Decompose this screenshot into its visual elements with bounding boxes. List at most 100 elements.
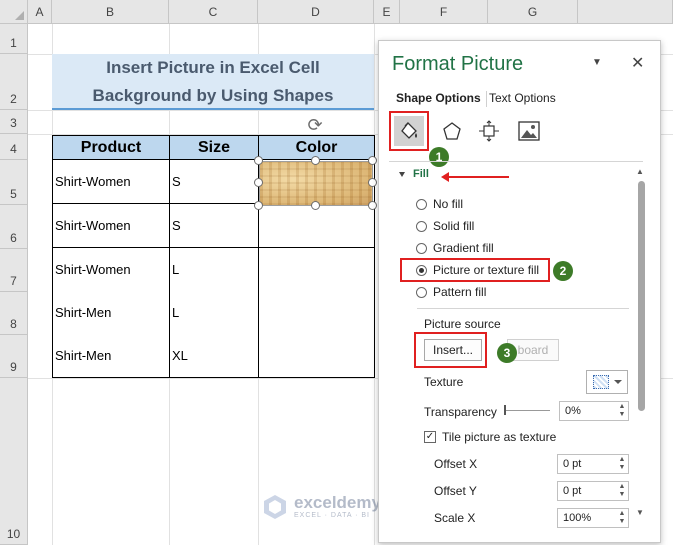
row-header-3[interactable]: 3 bbox=[0, 110, 28, 134]
table-header-size[interactable]: Size bbox=[169, 135, 259, 160]
size-properties-icon bbox=[479, 120, 499, 142]
spinner-arrows-icon[interactable]: ▲ ▼ bbox=[618, 483, 626, 499]
radio-dot[interactable] bbox=[416, 220, 427, 232]
table-cell-product[interactable]: Shirt-Men bbox=[52, 291, 170, 335]
radio-label: Pattern fill bbox=[433, 285, 487, 299]
radio-dot[interactable] bbox=[416, 242, 427, 254]
format-picture-pane: Format Picture ▼ ✕ Shape Options Text Op… bbox=[378, 40, 661, 543]
column-header-e[interactable]: E bbox=[374, 0, 400, 24]
column-header-c[interactable]: C bbox=[169, 0, 258, 24]
table-cell-size[interactable]: L bbox=[169, 248, 259, 292]
select-all-corner[interactable] bbox=[0, 0, 28, 24]
resize-handle[interactable] bbox=[368, 178, 377, 187]
table-cell-product[interactable]: Shirt-Women bbox=[52, 160, 170, 204]
resize-handle[interactable] bbox=[311, 156, 320, 165]
table-header-product[interactable]: Product bbox=[52, 135, 170, 160]
table-cell-color[interactable] bbox=[258, 334, 375, 378]
spinner-arrows-icon[interactable]: ▲ ▼ bbox=[618, 403, 626, 419]
column-header-d[interactable]: D bbox=[258, 0, 374, 24]
tab-text-options[interactable]: Text Options bbox=[489, 91, 556, 105]
step-2-highlight bbox=[400, 258, 550, 282]
resize-handle[interactable] bbox=[254, 156, 263, 165]
table-cell-size[interactable]: L bbox=[169, 291, 259, 335]
scroll-down-icon[interactable]: ▼ bbox=[636, 508, 644, 517]
radio-solid-fill[interactable]: Solid fill bbox=[416, 219, 474, 233]
resize-handle[interactable] bbox=[254, 178, 263, 187]
resize-handle[interactable] bbox=[254, 201, 263, 210]
resize-handle[interactable] bbox=[368, 156, 377, 165]
offset-y-label: Offset Y bbox=[434, 484, 477, 498]
resize-handle[interactable] bbox=[368, 201, 377, 210]
offset-x-label: Offset X bbox=[434, 457, 478, 471]
scale-x-label: Scale X bbox=[434, 511, 476, 525]
transparency-label: Transparency bbox=[424, 405, 497, 419]
step-3-badge: 3 bbox=[497, 343, 517, 363]
picture-shape[interactable] bbox=[259, 161, 373, 206]
table-cell-size[interactable]: XL bbox=[169, 334, 259, 378]
watermark-tagline: EXCEL · DATA · BI bbox=[294, 512, 370, 519]
radio-label: Solid fill bbox=[433, 219, 475, 233]
radio-gradient-fill[interactable]: Gradient fill bbox=[416, 241, 494, 255]
table-cell-size[interactable]: S bbox=[169, 160, 259, 204]
table-cell-product[interactable]: Shirt-Women bbox=[52, 248, 170, 292]
transparency-slider-handle[interactable] bbox=[504, 405, 506, 415]
pentagon-icon bbox=[443, 122, 461, 140]
tile-label: Tile picture as texture bbox=[442, 430, 557, 444]
fill-section-header[interactable]: Fill bbox=[413, 168, 429, 180]
scroll-up-icon[interactable]: ▲ bbox=[636, 167, 644, 176]
pane-close-icon[interactable]: ✕ bbox=[631, 53, 644, 73]
pane-options-dropdown-icon[interactable]: ▼ bbox=[592, 57, 602, 68]
offset-y-spinner[interactable]: 0 pt ▲ ▼ bbox=[557, 481, 629, 501]
picture-category-button[interactable] bbox=[514, 116, 544, 146]
scale-x-value: 100% bbox=[563, 512, 592, 524]
table-cell-color[interactable] bbox=[258, 248, 375, 292]
spinner-arrows-icon[interactable]: ▲ ▼ bbox=[618, 456, 626, 472]
tile-checkbox[interactable]: ✓ bbox=[424, 431, 436, 443]
sheet-title[interactable]: Insert Picture in Excel Cell Background … bbox=[52, 54, 374, 110]
texture-picker-button[interactable] bbox=[586, 370, 628, 394]
row-header-8[interactable]: 8 bbox=[0, 292, 28, 335]
radio-dot[interactable] bbox=[416, 198, 427, 210]
sheet-title-line-1: Insert Picture in Excel Cell bbox=[106, 58, 320, 77]
transparency-slider-track[interactable] bbox=[504, 410, 550, 411]
resize-handle[interactable] bbox=[311, 201, 320, 210]
picture-icon bbox=[518, 121, 540, 141]
pane-scrollbar-thumb[interactable] bbox=[638, 181, 645, 411]
row-header-7[interactable]: 7 bbox=[0, 249, 28, 292]
row-header-1[interactable]: 1 bbox=[0, 24, 28, 54]
pane-divider bbox=[389, 161, 643, 162]
size-properties-category-button[interactable] bbox=[474, 116, 504, 146]
row-header-9[interactable]: 9 bbox=[0, 335, 28, 378]
sheet-title-line-2: Background by Using Shapes bbox=[92, 86, 334, 105]
spinner-arrows-icon[interactable]: ▲ ▼ bbox=[618, 510, 626, 526]
effects-category-button[interactable] bbox=[437, 116, 467, 146]
scale-x-spinner[interactable]: 100% ▲ ▼ bbox=[557, 508, 629, 528]
row-header-4[interactable]: 4 bbox=[0, 134, 28, 160]
column-header-b[interactable]: B bbox=[52, 0, 169, 24]
dropdown-arrow-icon bbox=[613, 380, 622, 384]
offset-y-value: 0 pt bbox=[563, 485, 582, 497]
table-cell-size[interactable]: S bbox=[169, 204, 259, 248]
table-cell-product[interactable]: Shirt-Men bbox=[52, 334, 170, 378]
table-cell-color[interactable] bbox=[258, 204, 375, 248]
row-header-6[interactable]: 6 bbox=[0, 205, 28, 249]
transparency-spinner[interactable]: 0% ▲ ▼ bbox=[559, 401, 629, 421]
table-cell-color[interactable] bbox=[258, 291, 375, 335]
radio-pattern-fill[interactable]: Pattern fill bbox=[416, 285, 486, 299]
row-header-10[interactable]: 10 bbox=[0, 378, 28, 545]
step-3-highlight bbox=[414, 332, 487, 368]
radio-label: No fill bbox=[433, 197, 464, 211]
column-header-f[interactable]: F bbox=[400, 0, 488, 24]
radio-dot[interactable] bbox=[416, 286, 427, 298]
column-header-g[interactable]: G bbox=[488, 0, 578, 24]
column-header-a[interactable]: A bbox=[28, 0, 52, 24]
radio-no-fill[interactable]: No fill bbox=[416, 197, 463, 211]
tab-shape-options[interactable]: Shape Options bbox=[396, 91, 481, 105]
picture-source-label: Picture source bbox=[424, 317, 501, 331]
offset-x-spinner[interactable]: 0 pt ▲ ▼ bbox=[557, 454, 629, 474]
row-header-2[interactable]: 2 bbox=[0, 54, 28, 110]
table-cell-product[interactable]: Shirt-Women bbox=[52, 204, 170, 248]
rotate-handle-icon[interactable]: ⟳ bbox=[305, 115, 325, 135]
collapse-triangle-icon[interactable] bbox=[399, 172, 405, 177]
row-header-5[interactable]: 5 bbox=[0, 160, 28, 205]
